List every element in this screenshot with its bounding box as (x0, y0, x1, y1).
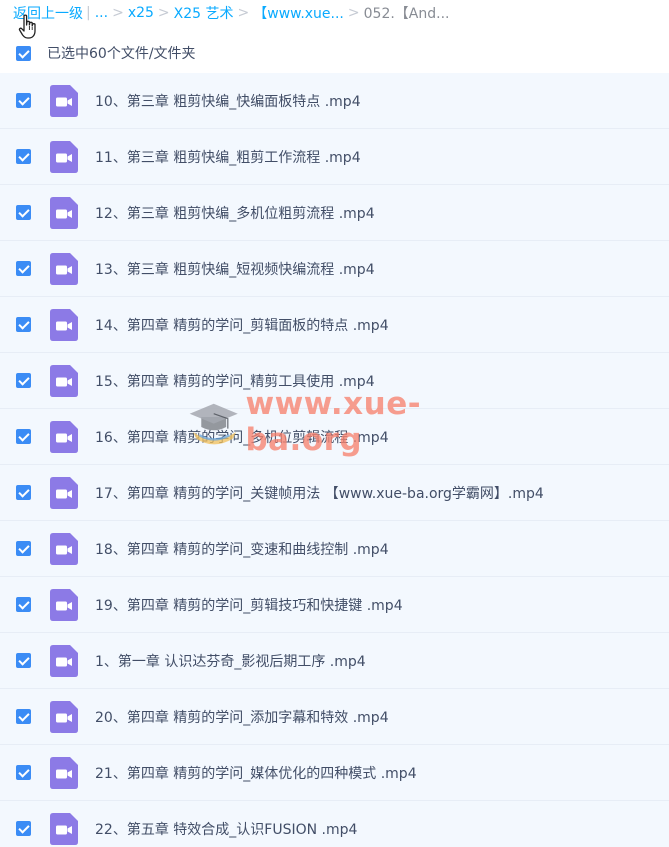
file-checkbox[interactable] (16, 429, 31, 444)
file-name[interactable]: 20、第四章 精剪的学问_添加字幕和特效 .mp4 (95, 707, 389, 727)
file-checkbox[interactable] (16, 541, 31, 556)
breadcrumb-pipe: | (86, 5, 91, 21)
file-name[interactable]: 12、第三章 粗剪快编_多机位粗剪流程 .mp4 (95, 203, 375, 223)
video-file-icon (50, 84, 78, 117)
video-file-icon (50, 644, 78, 677)
file-row[interactable]: 14、第四章 精剪的学问_剪辑面板的特点 .mp4 (0, 297, 669, 353)
video-file-icon (50, 140, 78, 173)
file-name[interactable]: 10、第三章 粗剪快编_快编面板特点 .mp4 (95, 91, 361, 111)
select-all-checkbox[interactable] (16, 45, 31, 61)
file-name[interactable]: 22、第五章 特效合成_认识FUSION .mp4 (95, 819, 357, 839)
file-name[interactable]: 21、第四章 精剪的学问_媒体优化的四种模式 .mp4 (95, 763, 417, 783)
file-row[interactable]: 1、第一章 认识达芬奇_影视后期工序 .mp4 (0, 633, 669, 689)
video-file-icon (50, 476, 78, 509)
breadcrumb-ellipsis[interactable]: ... (95, 5, 108, 21)
breadcrumb-separator: > (237, 5, 250, 21)
video-file-icon (50, 364, 78, 397)
file-row[interactable]: 21、第四章 精剪的学问_媒体优化的四种模式 .mp4 (0, 745, 669, 801)
file-checkbox[interactable] (16, 709, 31, 724)
file-row[interactable]: 22、第五章 特效合成_认识FUSION .mp4 (0, 801, 669, 847)
file-name[interactable]: 15、第四章 精剪的学问_精剪工具使用 .mp4 (95, 371, 375, 391)
file-name[interactable]: 18、第四章 精剪的学问_变速和曲线控制 .mp4 (95, 539, 389, 559)
file-checkbox[interactable] (16, 821, 31, 836)
selection-count-label: 已选中60个文件/文件夹 (47, 46, 196, 62)
file-checkbox[interactable] (16, 149, 31, 164)
file-checkbox[interactable] (16, 93, 31, 108)
file-row[interactable]: 11、第三章 粗剪快编_粗剪工作流程 .mp4 (0, 129, 669, 185)
breadcrumb-separator: > (112, 5, 124, 21)
video-file-icon (50, 532, 78, 565)
breadcrumb-item-x25[interactable]: x25 (128, 5, 154, 21)
video-file-icon (50, 700, 78, 733)
video-file-icon (50, 252, 78, 285)
select-all-bar: 已选中60个文件/文件夹 (0, 34, 669, 72)
file-row[interactable]: 12、第三章 粗剪快编_多机位粗剪流程 .mp4 (0, 185, 669, 241)
video-file-icon (50, 420, 78, 453)
file-checkbox[interactable] (16, 205, 31, 220)
breadcrumb-separator: > (347, 5, 360, 21)
file-row[interactable]: 18、第四章 精剪的学问_变速和曲线控制 .mp4 (0, 521, 669, 577)
file-list: 10、第三章 粗剪快编_快编面板特点 .mp4 11、第三章 粗剪快编_粗剪工作流… (0, 73, 669, 847)
video-file-icon (50, 756, 78, 789)
file-row[interactable]: 15、第四章 精剪的学问_精剪工具使用 .mp4 (0, 353, 669, 409)
breadcrumb-separator: > (157, 5, 170, 21)
file-name[interactable]: 11、第三章 粗剪快编_粗剪工作流程 .mp4 (95, 147, 361, 167)
breadcrumb: 返回上一级 | ... > x25 > X25 艺术 > 【www.xue...… (0, 0, 669, 26)
breadcrumb-current: 052.【And... (363, 6, 450, 22)
video-file-icon (50, 196, 78, 229)
hand-cursor-icon (18, 14, 36, 39)
file-checkbox[interactable] (16, 317, 31, 332)
file-name[interactable]: 17、第四章 精剪的学问_关键帧用法 【www.xue-ba.org学霸网】.m… (95, 483, 544, 503)
file-row[interactable]: 16、第四章 精剪的学问_多机位剪辑流程 .mp4 (0, 409, 669, 465)
file-name[interactable]: 14、第四章 精剪的学问_剪辑面板的特点 .mp4 (95, 315, 389, 335)
file-row[interactable]: 19、第四章 精剪的学问_剪辑技巧和快捷键 .mp4 (0, 577, 669, 633)
file-name[interactable]: 19、第四章 精剪的学问_剪辑技巧和快捷键 .mp4 (95, 595, 403, 615)
breadcrumb-item-x25-art[interactable]: X25 艺术 (174, 3, 234, 23)
file-row[interactable]: 10、第三章 粗剪快编_快编面板特点 .mp4 (0, 73, 669, 129)
file-checkbox[interactable] (16, 653, 31, 668)
file-checkbox[interactable] (16, 485, 31, 500)
file-browser: 返回上一级 | ... > x25 > X25 艺术 > 【www.xue...… (0, 0, 669, 847)
file-checkbox[interactable] (16, 373, 31, 388)
file-name[interactable]: 16、第四章 精剪的学问_多机位剪辑流程 .mp4 (95, 427, 389, 447)
video-file-icon (50, 308, 78, 341)
file-row[interactable]: 13、第三章 粗剪快编_短视频快编流程 .mp4 (0, 241, 669, 297)
file-row[interactable]: 17、第四章 精剪的学问_关键帧用法 【www.xue-ba.org学霸网】.m… (0, 465, 669, 521)
file-row[interactable]: 20、第四章 精剪的学问_添加字幕和特效 .mp4 (0, 689, 669, 745)
file-checkbox[interactable] (16, 765, 31, 780)
file-checkbox[interactable] (16, 597, 31, 612)
file-name[interactable]: 1、第一章 认识达芬奇_影视后期工序 .mp4 (95, 651, 366, 671)
file-name[interactable]: 13、第三章 粗剪快编_短视频快编流程 .mp4 (95, 259, 375, 279)
file-checkbox[interactable] (16, 261, 31, 276)
video-file-icon (50, 812, 78, 845)
breadcrumb-item-www-xue[interactable]: 【www.xue... (253, 3, 344, 23)
video-file-icon (50, 588, 78, 621)
